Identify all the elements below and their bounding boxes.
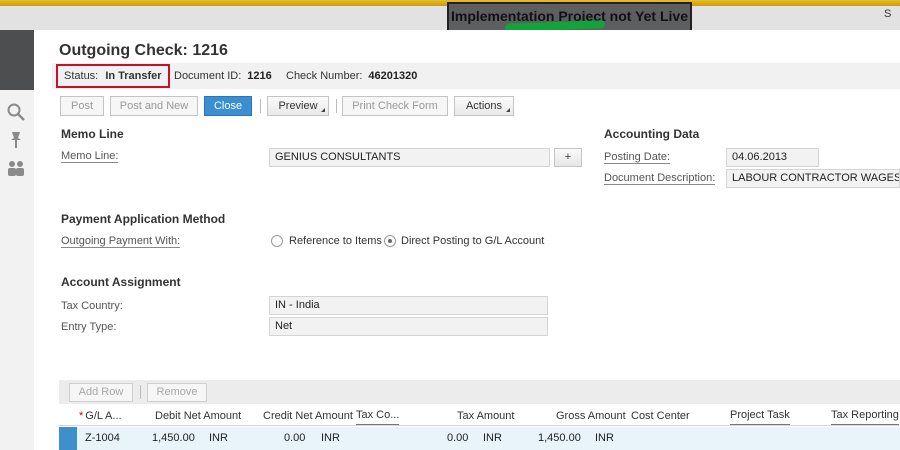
posting-date-input[interactable]: 04.06.2013 bbox=[726, 148, 819, 167]
table-toolbar: Add Row Remove bbox=[59, 380, 900, 404]
cell-gl-account[interactable]: Z-1004 bbox=[85, 427, 120, 450]
column-tax-amount[interactable]: Tax Amount bbox=[457, 406, 514, 426]
direct-posting-radio[interactable] bbox=[384, 235, 396, 247]
people-icon[interactable] bbox=[6, 158, 26, 178]
status-bar: Status: In Transfer Document ID: 1216 Che… bbox=[52, 63, 900, 89]
document-id-label: Document ID: bbox=[174, 70, 242, 82]
column-cost-center[interactable]: Cost Center bbox=[631, 406, 690, 426]
page-title: Outgoing Check: 1216 bbox=[59, 42, 228, 59]
document-description-input[interactable]: LABOUR CONTRACTOR WAGES bbox=[726, 169, 900, 188]
document-id: Document ID: 1216 bbox=[174, 63, 272, 89]
remove-row-button[interactable]: Remove bbox=[147, 383, 207, 402]
outgoing-check-dialog: Outgoing Check: 1216 Status: In Transfer… bbox=[34, 30, 900, 450]
toolbar: Post Post and New Close Preview Print Ch… bbox=[34, 94, 900, 118]
cell-debit-currency[interactable]: INR bbox=[209, 427, 228, 450]
preview-menu-button[interactable]: Preview bbox=[267, 96, 329, 116]
shell-band bbox=[0, 30, 34, 90]
pin-icon[interactable] bbox=[6, 130, 26, 150]
print-check-form-button[interactable]: Print Check Form bbox=[342, 96, 448, 116]
left-nav bbox=[0, 90, 34, 450]
column-gl-account-label: G/L A... bbox=[85, 410, 122, 422]
cell-gross-amount[interactable]: 1,450.00 bbox=[538, 427, 581, 450]
column-gl-account[interactable]: * G/L A... bbox=[79, 406, 122, 426]
memo-section-title: Memo Line bbox=[61, 127, 124, 141]
entry-type-label: Entry Type: bbox=[61, 321, 117, 333]
table-toolbar-divider bbox=[140, 385, 141, 399]
outgoing-payment-label: Outgoing Payment With: bbox=[61, 235, 181, 248]
column-credit-net[interactable]: Credit Net Amount bbox=[263, 406, 353, 426]
column-project-task[interactable]: Project Task bbox=[730, 406, 790, 425]
close-button[interactable]: Close bbox=[204, 96, 252, 116]
status-highlight: Status: In Transfer bbox=[56, 64, 170, 88]
document-id-value: 1216 bbox=[247, 70, 272, 82]
row-selector[interactable] bbox=[59, 427, 77, 450]
payment-section-title: Payment Application Method bbox=[61, 212, 226, 226]
cell-gross-currency[interactable]: INR bbox=[595, 427, 614, 450]
cell-credit-net[interactable]: 0.00 bbox=[284, 427, 305, 450]
toolbar-divider bbox=[260, 99, 261, 113]
reference-to-items-label[interactable]: Reference to Items bbox=[289, 235, 382, 247]
add-row-button[interactable]: Add Row bbox=[69, 383, 133, 402]
table-row[interactable]: Z-1004 1,450.00 INR 0.00 INR 0.00 INR 1,… bbox=[59, 427, 900, 450]
memo-add-button[interactable]: + bbox=[554, 148, 582, 167]
table-header: * G/L A... Debit Net Amount Credit Net Am… bbox=[59, 406, 900, 426]
search-icon[interactable] bbox=[6, 102, 26, 122]
check-number: Check Number: 46201320 bbox=[286, 63, 417, 89]
check-number-value: 46201320 bbox=[368, 70, 418, 82]
cell-credit-currency[interactable]: INR bbox=[321, 427, 340, 450]
document-description-label: Document Description: bbox=[604, 172, 716, 185]
column-tax-code[interactable]: Tax Co... bbox=[356, 406, 400, 425]
memo-line-input[interactable]: GENIUS CONSULTANTS bbox=[269, 148, 550, 167]
column-gross-amount[interactable]: Gross Amount bbox=[556, 406, 626, 426]
column-debit-net[interactable]: Debit Net Amount bbox=[155, 406, 241, 426]
reference-to-items-radio[interactable] bbox=[271, 235, 283, 247]
post-button[interactable]: Post bbox=[60, 96, 104, 116]
required-marker: * bbox=[79, 410, 84, 422]
cell-tax-currency[interactable]: INR bbox=[483, 427, 502, 450]
account-section-title: Account Assignment bbox=[61, 275, 181, 289]
tax-country-input[interactable]: IN - India bbox=[269, 296, 548, 315]
status-label: Status: bbox=[64, 70, 99, 82]
posting-date-label: Posting Date: bbox=[604, 151, 671, 164]
direct-posting-label[interactable]: Direct Posting to G/L Account bbox=[401, 235, 544, 247]
check-number-label: Check Number: bbox=[286, 70, 363, 82]
tax-country-label: Tax Country: bbox=[61, 300, 123, 312]
cell-tax-amount[interactable]: 0.00 bbox=[447, 427, 468, 450]
accounting-section-title: Accounting Data bbox=[604, 127, 700, 141]
entry-type-input[interactable]: Net bbox=[269, 317, 548, 336]
column-tax-reporting[interactable]: Tax Reporting bbox=[831, 406, 899, 425]
cell-debit-net[interactable]: 1,450.00 bbox=[152, 427, 195, 450]
status-value: In Transfer bbox=[105, 70, 162, 82]
corner-text: S bbox=[884, 8, 892, 20]
memo-line-label: Memo Line: bbox=[61, 150, 119, 163]
actions-menu-button[interactable]: Actions bbox=[454, 96, 514, 116]
toolbar-divider bbox=[336, 99, 337, 113]
post-and-new-button[interactable]: Post and New bbox=[110, 96, 198, 116]
